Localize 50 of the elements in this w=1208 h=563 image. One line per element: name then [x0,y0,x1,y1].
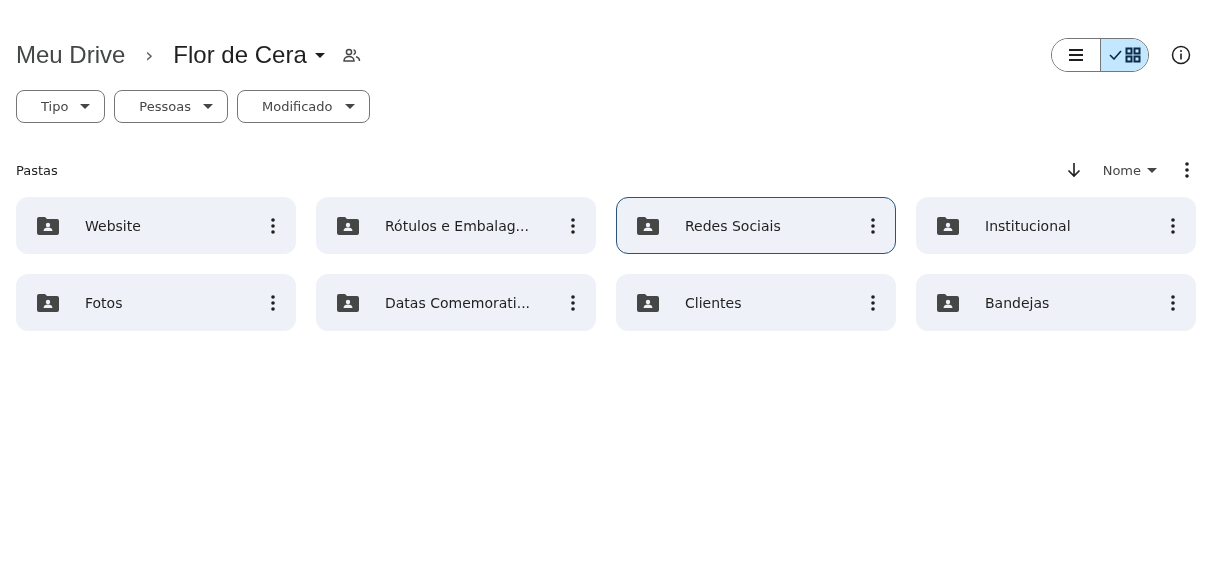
folder-name: Datas Comemorati... [385,294,532,311]
folder-name: Website [85,217,142,234]
sort-button[interactable]: Nome [1102,162,1157,178]
caret-icon [314,52,325,58]
folder-name: Fotos [85,294,124,311]
folder-name: Redes Sociais [685,217,782,234]
folder-card[interactable]: Datas Comemorati... [316,274,596,331]
more-icon [871,217,875,234]
caret-icon [80,104,91,109]
folder-card[interactable]: Redes Sociais [616,197,896,254]
folder-card[interactable]: Fotos [16,274,296,331]
caret-icon [344,104,355,109]
folder-card[interactable]: Clientes [616,274,896,331]
folder-name: Bandejas [985,294,1051,311]
more-icon [571,217,575,234]
more-icon [271,294,275,311]
breadcrumb-separator: › [145,43,154,67]
caret-icon [203,104,213,109]
folder-name: Clientes [685,294,743,311]
more-icon [571,294,575,311]
section-title: Pastas [16,162,58,178]
folder-card[interactable]: Institucional [916,197,1196,254]
list-icon [1068,49,1084,61]
breadcrumb-link[interactable]: Meu Drive [16,41,126,69]
shared-folder-icon [937,293,959,312]
shared-folder-icon [337,293,359,312]
folder-name: Rótulos e Embalag... [385,217,530,234]
more-icon [1171,294,1175,311]
folder-name: Institucional [985,217,1072,234]
filter-chip[interactable]: Pessoas [114,90,228,123]
shared-folder-icon [337,216,359,235]
shared-folder-icon [37,216,59,235]
more-icon [1171,217,1175,234]
shared-folder-icon [37,293,59,312]
folder-card[interactable]: Website [16,197,296,254]
more-icon [1185,162,1189,178]
folder-title-button[interactable]: Flor de Cera [173,41,325,69]
grid-icon [1124,47,1141,63]
filter-chip[interactable]: Tipo [16,90,106,123]
check-icon [1108,50,1122,60]
caret-icon [1147,167,1157,173]
shared-folder-icon [637,216,659,235]
shared-folder-icon [937,216,959,235]
more-icon [871,294,875,311]
view-toggle-button[interactable] [1100,39,1148,71]
folder-card[interactable]: Rótulos e Embalag... [316,197,596,254]
filter-chip[interactable]: Modificado [237,90,370,123]
folder-card[interactable]: Bandejas [916,274,1196,331]
more-icon [271,217,275,234]
shared-folder-icon [637,293,659,312]
